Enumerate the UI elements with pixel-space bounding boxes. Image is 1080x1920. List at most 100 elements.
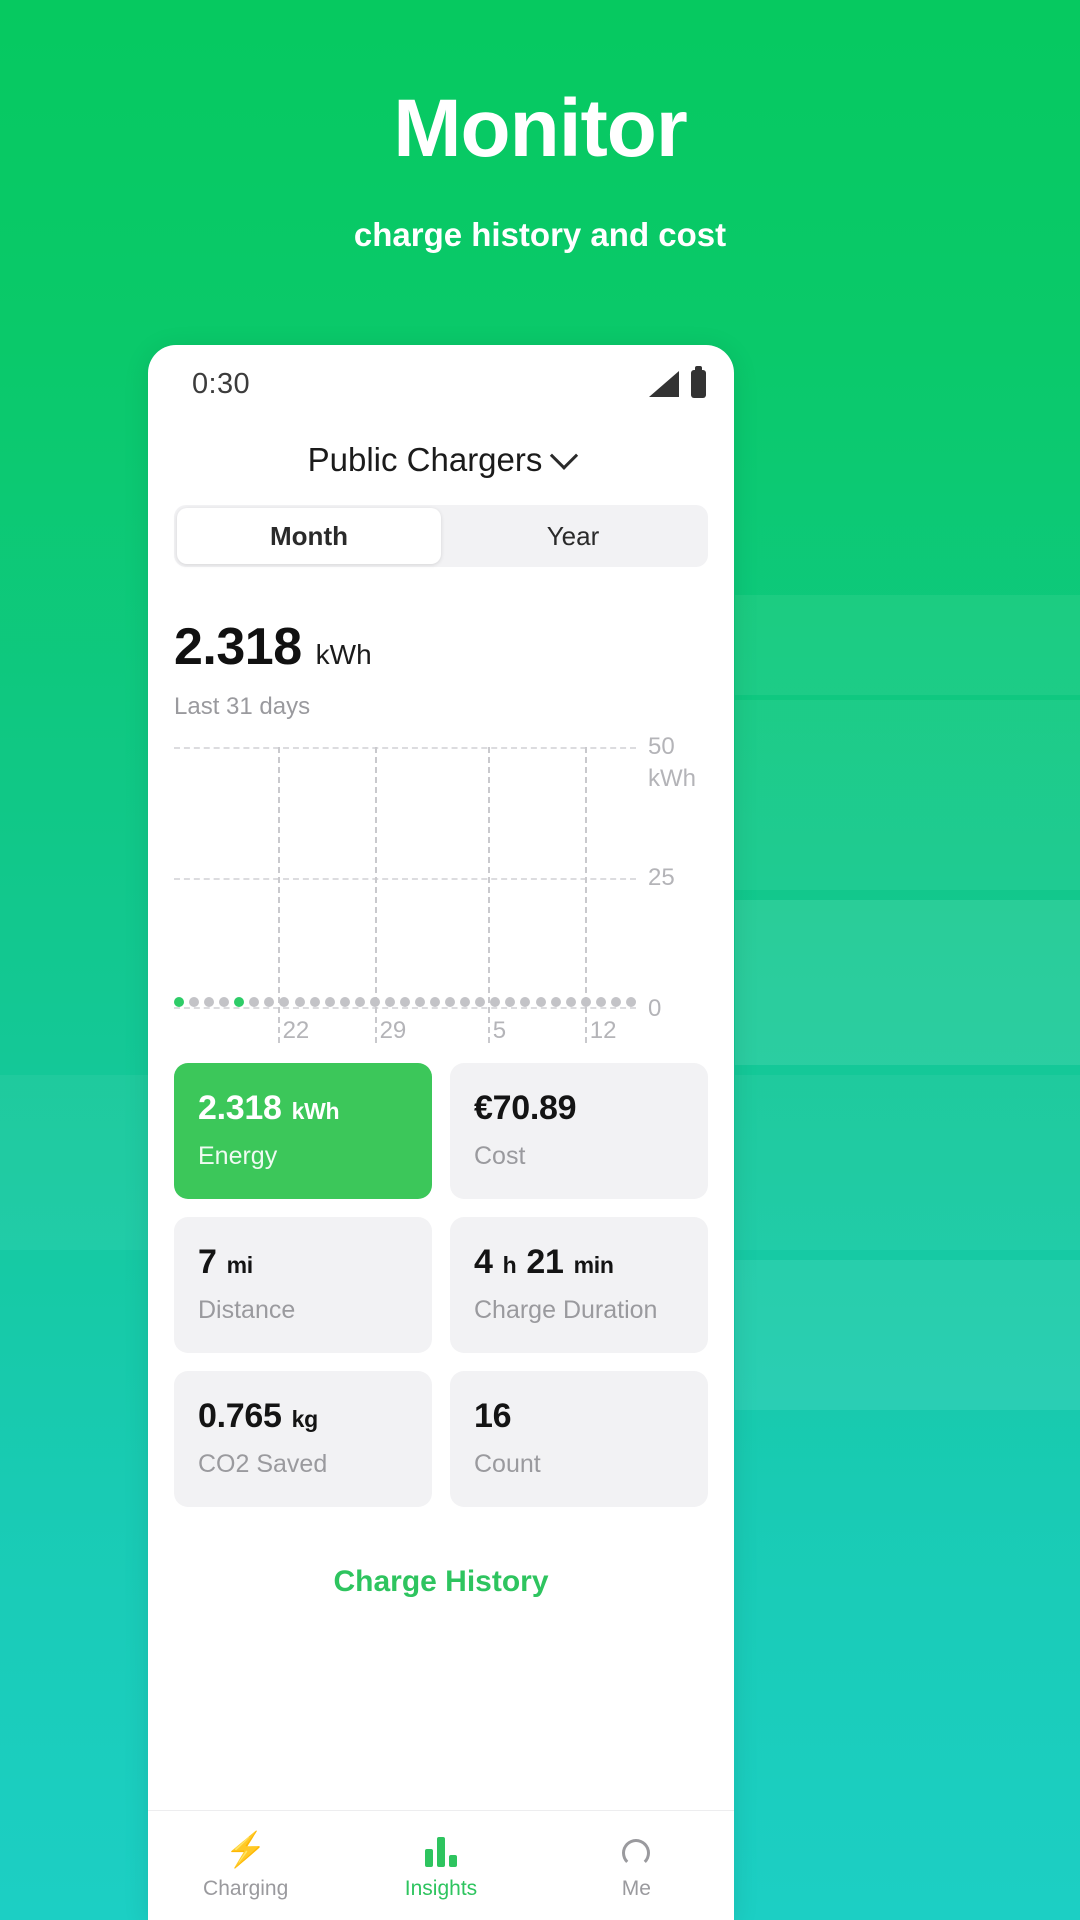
chart-data-point [535,997,546,1007]
stat-card-count[interactable]: 16 Count [450,1371,708,1507]
stats-grid: 2.318 kWh Energy €70.89 Cost 7 mi Distan… [174,1063,708,1507]
page-subtitle: charge history and cost [353,216,727,253]
chart-data-point [430,997,441,1007]
period-segmented-control[interactable]: Month Year [174,505,708,567]
chart-data-point [415,997,425,1007]
stat-card-cost[interactable]: €70.89 Cost [450,1063,708,1199]
stat-label: Charge Duration [474,1296,658,1324]
stat-card-distance[interactable]: 7 mi Distance [174,1217,432,1353]
promo-header: Monitor charge history and cost [0,0,1080,254]
chart-data-point [189,997,200,1007]
chart-data-point [264,997,275,1007]
y-tick-label: 25 [648,864,675,891]
background-band [0,1075,150,1250]
stat-label: Distance [198,1296,296,1324]
stat-value-row: 2.318 kWh [198,1089,408,1128]
status-icons [649,366,706,398]
nav-item-charging[interactable]: ⚡ Charging [148,1831,343,1901]
y-tick-label: 0 [648,995,662,1022]
summary-value: 2.318 [174,618,302,676]
chart-data-point [520,997,531,1007]
stat-value-row: 0.765 kg [198,1397,408,1436]
chart-data-point [339,997,350,1007]
stat-label: Cost [474,1142,526,1170]
x-tick-label: 29 [379,1017,407,1044]
chart-data-point [294,997,305,1007]
signal-bars-icon [649,371,679,397]
summary-period: Last 31 days [174,693,311,720]
energy-chart[interactable]: 22 29 5 12 50 kWh 25 0 [174,733,708,1044]
chart-y-axis-labels: 50 kWh 25 0 [638,733,708,1022]
stat-value-minutes: 21 [526,1243,564,1281]
stat-value: 16 [474,1397,512,1435]
stat-card-co2-saved[interactable]: 0.765 kg CO2 Saved [174,1371,432,1507]
stat-unit: kWh [291,1098,340,1124]
x-tick-label: 5 [492,1017,507,1044]
chart-data-point [309,997,320,1007]
chart-data-point [384,997,395,1007]
tab-year[interactable]: Year [441,508,705,564]
stat-label: Energy [198,1142,278,1170]
background-band [735,1260,1080,1410]
stat-card-energy[interactable]: 2.318 kWh Energy [174,1063,432,1199]
summary-headline: 2.318 kWh [174,617,708,677]
chart-data-point [174,997,184,1007]
status-bar: 0:30 [148,345,734,423]
tab-month[interactable]: Month [177,508,441,564]
app-header[interactable]: Public Chargers [148,423,734,505]
summary-unit: kWh [315,639,372,670]
stat-label: Count [474,1450,541,1478]
chart-data-point [234,997,245,1007]
chart-data-point [204,997,215,1007]
chart-data-point [354,997,365,1007]
charger-source-label: Public Chargers [307,441,543,478]
chevron-down-icon[interactable] [550,441,579,470]
chart-data-point [249,997,260,1007]
chart-data-point [399,997,410,1007]
nav-label: Charging [203,1876,289,1900]
stat-value: €70.89 [474,1089,577,1127]
chart-data-point [324,997,335,1007]
stat-label: CO2 Saved [198,1450,328,1478]
chart-data-point [625,997,636,1007]
stat-value-row: 16 [474,1397,684,1436]
stat-value: 7 [198,1243,217,1281]
battery-icon [691,366,706,398]
background-band [735,595,1080,695]
charge-history-link[interactable]: Charge History [148,1565,734,1599]
stat-value-row: €70.89 [474,1089,684,1128]
gridline-25 [174,878,636,880]
stat-unit-minutes: min [573,1252,614,1278]
chart-data-point [369,997,380,1007]
person-icon [622,1831,651,1867]
chart-data-point [219,997,230,1007]
chart-data-point [490,997,501,1007]
x-tick-label: 12 [589,1017,617,1044]
y-tick-label: 50 [648,733,675,760]
stat-value-row: 4 h 21 min [474,1243,684,1282]
background-band [735,1075,1080,1250]
chart-data-point [580,997,591,1007]
bar-chart-icon [424,1831,457,1867]
chart-data-point [505,997,516,1007]
chart-data-point [279,997,290,1007]
status-time: 0:30 [192,367,251,400]
nav-item-insights[interactable]: Insights [343,1831,538,1901]
phone-mockup: 0:30 Public Chargers Month Year 2.318 kW… [148,345,734,1920]
chart-data-point [460,997,471,1007]
page-title: Monitor [393,83,688,174]
bottom-navigation: ⚡ Charging Insights Me [148,1810,734,1920]
y-axis-unit-label: kWh [648,765,696,792]
stat-card-charge-duration[interactable]: 4 h 21 min Charge Duration [450,1217,708,1353]
chart-data-point [610,997,621,1007]
chart-plot-area [174,747,636,1043]
stat-value: 2.318 [198,1089,282,1127]
background-band [735,900,1080,1065]
chart-data-point [445,997,456,1007]
nav-item-me[interactable]: Me [539,1831,734,1901]
chart-data-points [174,995,636,1009]
stat-unit: kg [291,1406,319,1432]
background-band [735,700,1080,890]
stat-unit: mi [226,1252,254,1278]
stat-value-row: 7 mi [198,1243,408,1282]
